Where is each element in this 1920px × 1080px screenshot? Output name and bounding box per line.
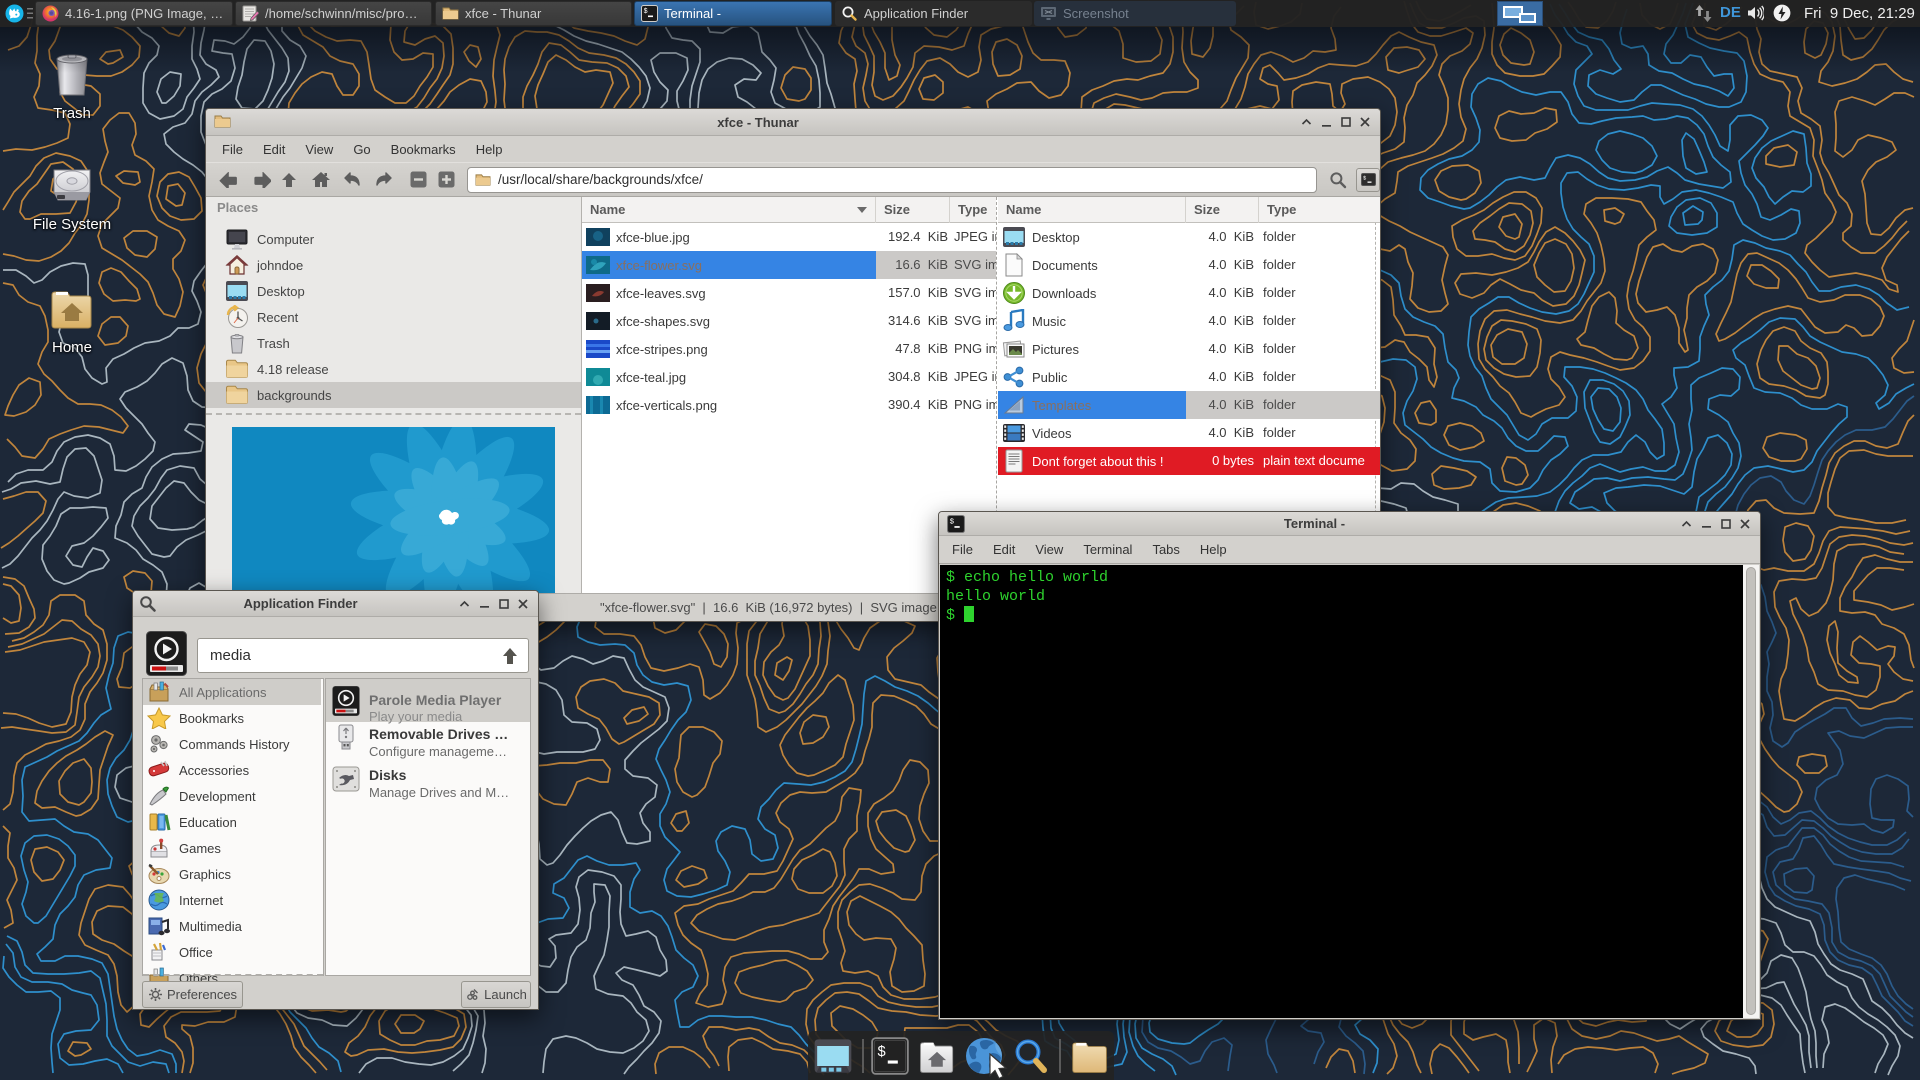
svg-text:$: $ xyxy=(877,1045,886,1061)
svg-text:$: $ xyxy=(644,8,648,16)
svg-text:$: $ xyxy=(950,518,955,526)
